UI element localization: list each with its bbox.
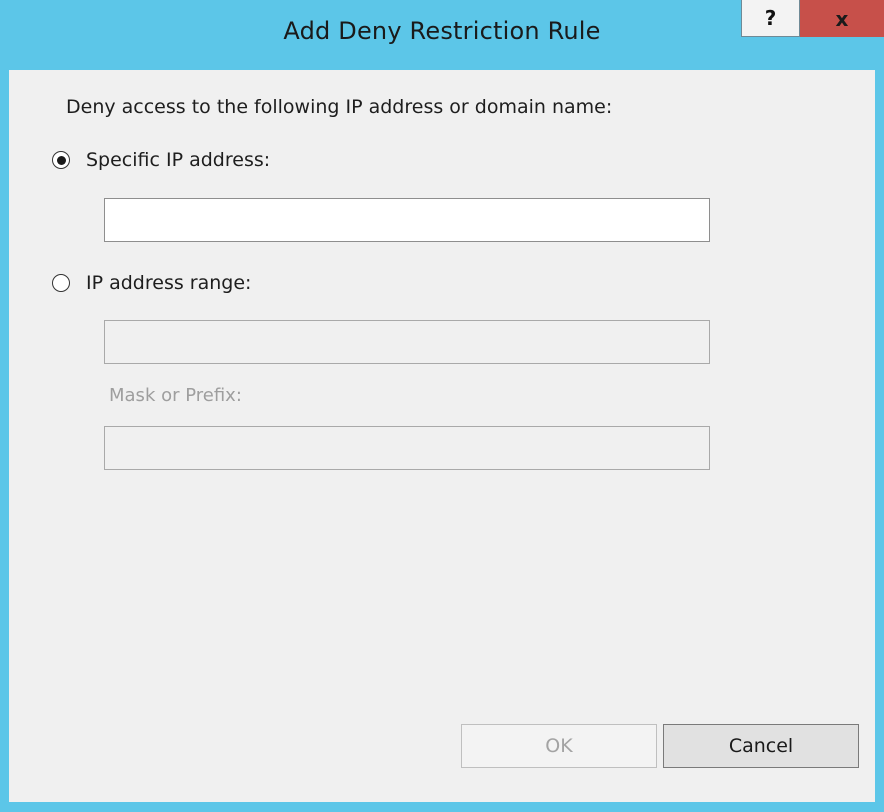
cancel-button[interactable]: Cancel [663,724,859,768]
help-button[interactable]: ? [741,0,800,37]
specific-ip-label: Specific IP address: [86,149,271,171]
mask-prefix-input[interactable] [104,426,710,470]
ip-range-label: IP address range: [86,272,252,294]
dialog-window: Add Deny Restriction Rule ? x Deny acces… [0,0,884,812]
specific-ip-radio[interactable] [52,151,70,169]
ip-range-radio[interactable] [52,274,70,292]
radio-selected-dot [56,155,66,165]
ok-button[interactable]: OK [461,724,657,768]
ip-range-option[interactable]: IP address range: [52,272,251,294]
instruction-label: Deny access to the following IP address … [66,96,613,118]
ip-range-input[interactable] [104,320,710,364]
close-icon: x [835,6,849,31]
mask-prefix-label: Mask or Prefix: [109,385,242,406]
title-bar[interactable]: Add Deny Restriction Rule ? x [0,0,884,70]
dialog-body: Deny access to the following IP address … [9,70,875,802]
specific-ip-option[interactable]: Specific IP address: [52,149,270,171]
close-button[interactable]: x [800,0,884,37]
specific-ip-input[interactable] [104,198,710,242]
question-mark-icon: ? [764,6,777,30]
